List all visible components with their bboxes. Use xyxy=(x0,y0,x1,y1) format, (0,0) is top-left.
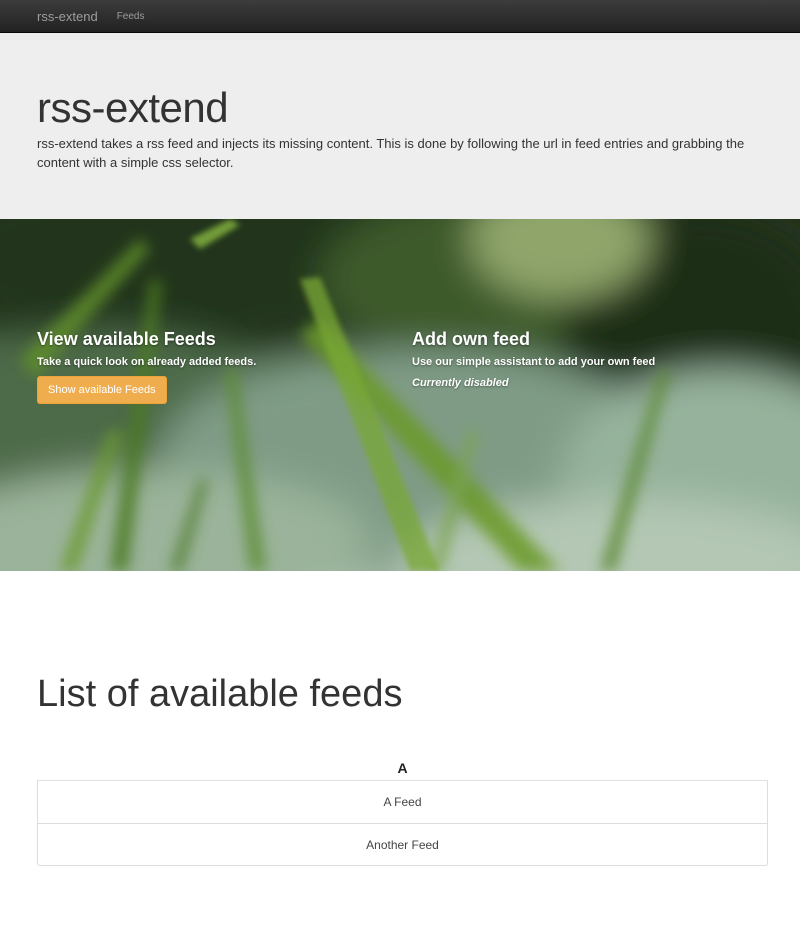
feed-list: A Feed Another Feed xyxy=(37,781,768,866)
add-feed-disabled-note: Currently disabled xyxy=(412,377,509,389)
brand-link[interactable]: rss-extend xyxy=(37,9,98,24)
page-title: rss-extend xyxy=(37,84,229,131)
navbar: rss-extend Feeds xyxy=(0,0,800,33)
jumbotron: rss-extend rss-extend takes a rss feed a… xyxy=(0,33,800,219)
view-feeds-heading: View available Feeds xyxy=(37,329,216,349)
view-feeds-subtitle: Take a quick look on already added feeds… xyxy=(37,356,257,368)
feeds-list-title: List of available feeds xyxy=(37,673,403,715)
feed-list-item[interactable]: Another Feed xyxy=(38,823,767,865)
nav-link-feeds[interactable]: Feeds xyxy=(117,11,145,22)
feed-list-item[interactable]: A Feed xyxy=(38,781,767,823)
add-feed-subtitle: Use our simple assistant to add your own… xyxy=(412,356,656,368)
group-header-letter: A xyxy=(37,758,768,781)
feeds-table: A A Feed Another Feed xyxy=(37,758,768,866)
hero-banner: View available Feeds Take a quick look o… xyxy=(0,219,800,571)
page-description: rss-extend takes a rss feed and injects … xyxy=(37,136,745,170)
show-available-feeds-button[interactable]: Show available Feeds xyxy=(37,376,167,404)
add-feed-panel: Add own feed Use our simple assistant to… xyxy=(412,328,655,389)
add-feed-heading: Add own feed xyxy=(412,329,530,349)
view-feeds-panel: View available Feeds Take a quick look o… xyxy=(37,328,256,404)
